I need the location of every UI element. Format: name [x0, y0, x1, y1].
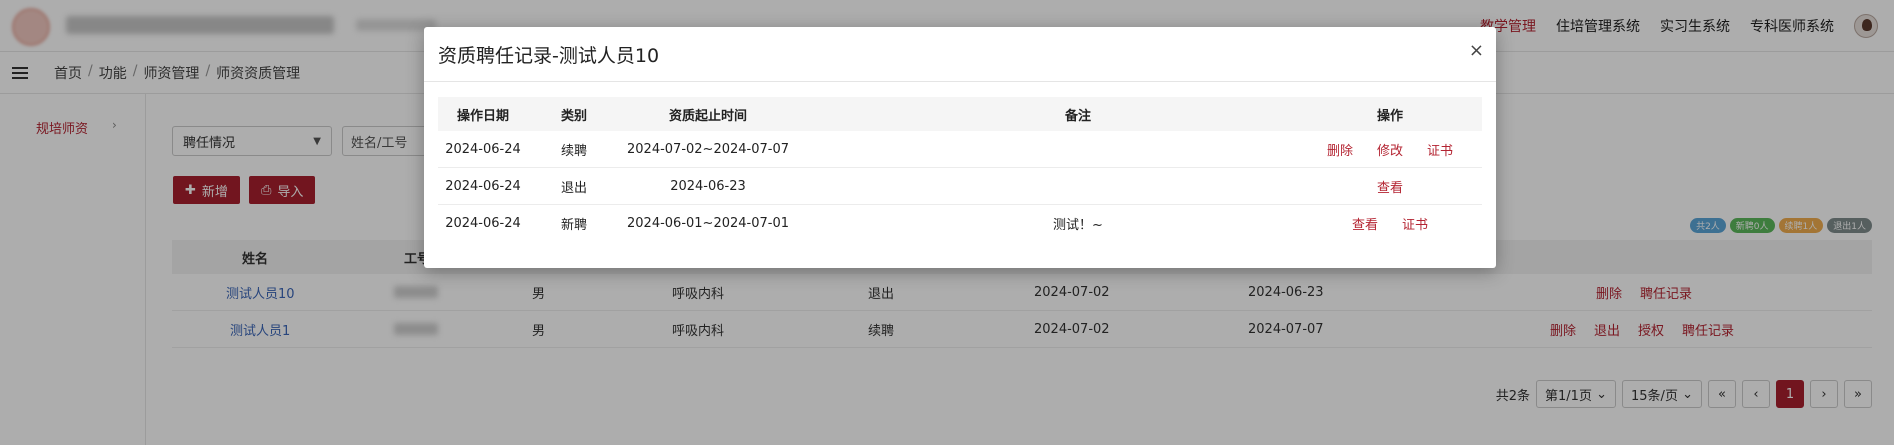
record-table-header: 操作日期 类别 资质起止时间 备注 操作	[438, 97, 1482, 131]
record-type: 退出	[560, 180, 587, 196]
record-table: 操作日期 类别 资质起止时间 备注 操作 2024-06-24 续聘 2024-…	[438, 97, 1482, 242]
record-note	[998, 168, 1158, 204]
record-row: 2024-06-24 新聘 2024-06-01~2024-07-01 测试！~…	[438, 205, 1482, 242]
view-button[interactable]: 查看	[1377, 177, 1403, 196]
record-note	[998, 131, 1158, 167]
record-note: 测试！~	[1053, 218, 1103, 233]
op-date: 2024-06-24	[445, 216, 521, 231]
dialog-header: 资质聘任记录-测试人员10	[424, 27, 1496, 82]
appointment-record-dialog: 资质聘任记录-测试人员10 × 操作日期 类别 资质起止时间 备注 操作 202…	[424, 27, 1496, 268]
record-type: 续聘	[560, 143, 587, 159]
record-range: 2024-06-01~2024-07-01	[627, 216, 789, 231]
view-button[interactable]: 查看	[1352, 214, 1378, 233]
edit-button[interactable]: 修改	[1377, 140, 1403, 159]
record-range: 2024-07-02~2024-07-07	[627, 141, 789, 157]
col-ops: 操作	[1376, 108, 1403, 124]
col-type: 类别	[560, 108, 587, 124]
close-icon[interactable]: ×	[1469, 40, 1484, 61]
delete-button[interactable]: 删除	[1327, 140, 1353, 159]
col-op-date: 操作日期	[456, 108, 509, 124]
col-range: 资质起止时间	[668, 108, 747, 124]
record-ops: 查看 证书	[1298, 205, 1482, 242]
op-date: 2024-06-24	[445, 141, 521, 157]
record-range: 2024-06-23	[670, 178, 746, 194]
col-note: 备注	[1064, 108, 1091, 124]
certificate-button[interactable]: 证书	[1427, 140, 1453, 159]
record-ops: 查看	[1298, 168, 1482, 204]
record-row: 2024-06-24 退出 2024-06-23 查看	[438, 168, 1482, 205]
op-date: 2024-06-24	[445, 178, 521, 194]
dialog-title: 资质聘任记录-测试人员10	[438, 44, 660, 67]
record-row: 2024-06-24 续聘 2024-07-02~2024-07-07 删除 修…	[438, 131, 1482, 168]
record-ops: 删除 修改 证书	[1298, 131, 1482, 167]
certificate-button[interactable]: 证书	[1402, 214, 1428, 233]
record-type: 新聘	[560, 218, 587, 233]
